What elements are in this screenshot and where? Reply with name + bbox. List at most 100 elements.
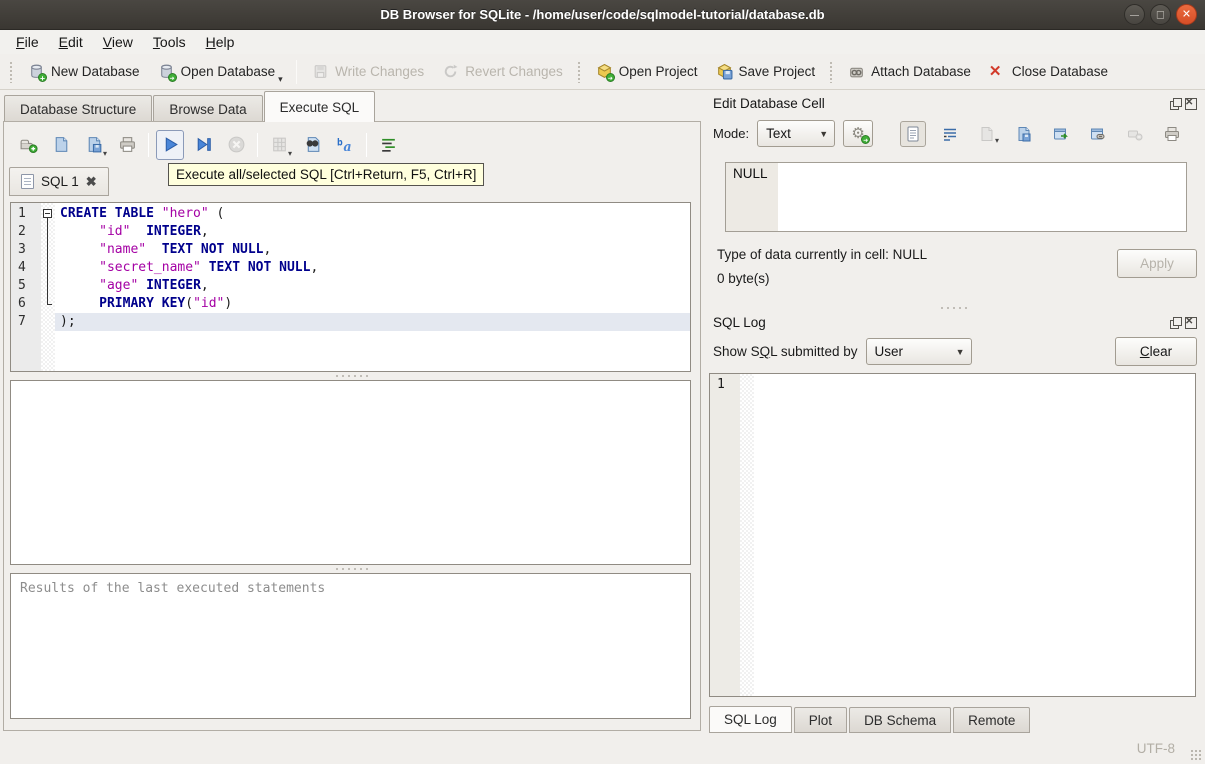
word-wrap-button[interactable] xyxy=(937,121,963,147)
code-line[interactable]: 5 "age" INTEGER, xyxy=(11,277,690,295)
code-line[interactable]: 1 CREATE TABLE "hero" ( xyxy=(11,205,690,223)
encoding-indicator[interactable]: UTF-8 xyxy=(1137,741,1175,756)
results-table-pane[interactable] xyxy=(10,380,691,565)
menu-file[interactable]: File xyxy=(6,32,49,52)
sql-file-tab[interactable]: SQL 1 ✖ xyxy=(9,167,109,196)
menu-edit[interactable]: Edit xyxy=(49,32,93,52)
auto-switch-mode-button[interactable]: ⚙ ➜ xyxy=(843,120,874,147)
code-line[interactable]: 2 "id" INTEGER, xyxy=(11,223,690,241)
revert-changes-label: Revert Changes xyxy=(465,64,563,79)
splitter-handle[interactable] xyxy=(4,565,700,573)
results-message-pane[interactable]: Results of the last executed statements xyxy=(10,573,691,719)
print-cell-button[interactable] xyxy=(1159,121,1185,147)
format-sql-icon: ba xyxy=(336,135,355,154)
tab-sql-log[interactable]: SQL Log xyxy=(709,706,792,733)
save-project-button[interactable]: Save Project xyxy=(707,57,825,87)
code-line[interactable]: 7); xyxy=(11,313,690,331)
dock-buttons xyxy=(1169,316,1197,329)
close-button[interactable] xyxy=(1176,4,1197,25)
menu-help[interactable]: Help xyxy=(196,32,245,52)
open-database-button[interactable]: ➜ Open Database xyxy=(149,57,285,87)
fold-margin xyxy=(41,241,55,259)
tab-remote[interactable]: Remote xyxy=(953,707,1031,733)
cell-edit-area[interactable] xyxy=(778,163,1186,231)
write-changes-button: Write Changes xyxy=(303,57,433,87)
fold-marker-icon[interactable] xyxy=(41,205,55,223)
dock-float-icon[interactable] xyxy=(1169,97,1182,110)
arrow-badge-icon: ➜ xyxy=(167,73,177,83)
new-tab-icon xyxy=(19,135,38,154)
import-cell-button[interactable] xyxy=(1011,121,1037,147)
word-wrap-icon xyxy=(941,125,959,143)
open-database-dropdown-icon[interactable]: ▾ xyxy=(278,74,288,85)
open-external-button[interactable] xyxy=(1085,121,1111,147)
execute-all-button[interactable] xyxy=(156,129,184,160)
new-database-label: New Database xyxy=(51,64,140,79)
code-line[interactable]: 4 "secret_name" TEXT NOT NULL, xyxy=(11,259,690,277)
toolbar-drag-handle[interactable] xyxy=(576,60,582,83)
fold-margin xyxy=(41,313,55,331)
text-mode-button[interactable] xyxy=(900,120,926,147)
code-line[interactable]: 3 "name" TEXT NOT NULL, xyxy=(11,241,690,259)
sql-editor-lines: 1 CREATE TABLE "hero" (2 "id" INTEGER, 3 "… xyxy=(11,203,690,331)
submitter-value: User xyxy=(874,344,904,359)
minimize-button[interactable] xyxy=(1124,4,1145,25)
title-bar[interactable]: DB Browser for SQLite - /home/user/code/… xyxy=(0,0,1205,30)
apply-button: Apply xyxy=(1117,249,1197,278)
splitter-handle[interactable] xyxy=(4,372,700,380)
print-button[interactable] xyxy=(113,130,141,160)
menu-view[interactable]: View xyxy=(93,32,143,52)
submitter-select[interactable]: User ▼ xyxy=(865,338,972,365)
code-text: "secret_name" TEXT NOT NULL, xyxy=(99,260,319,275)
tab-database-structure[interactable]: Database Structure xyxy=(4,95,153,122)
toolbar-drag-handle[interactable] xyxy=(9,60,14,83)
attach-database-button[interactable]: Attach Database xyxy=(839,57,980,87)
clear-button[interactable]: Clear xyxy=(1115,337,1197,366)
open-in-app-icon xyxy=(1089,125,1107,143)
print-icon xyxy=(1163,125,1181,143)
word-wrap-button[interactable] xyxy=(374,130,402,160)
stop-icon xyxy=(227,135,246,154)
cell-editor[interactable]: NULL xyxy=(725,162,1187,232)
toolbar-separator xyxy=(296,59,298,84)
open-project-button[interactable]: ➜ Open Project xyxy=(587,57,707,87)
set-null-button xyxy=(1122,121,1148,147)
find-button[interactable] xyxy=(298,130,326,160)
dock-splitter-handle[interactable] xyxy=(703,301,1205,315)
open-sql-file-button[interactable] xyxy=(47,130,75,160)
tab-close-icon[interactable]: ✖ xyxy=(86,174,97,190)
new-tab-button[interactable] xyxy=(14,130,42,160)
edit-cell-title: Edit Database Cell xyxy=(713,96,825,111)
menu-tools[interactable]: Tools xyxy=(143,32,196,52)
stop-button xyxy=(222,130,250,160)
tab-plot[interactable]: Plot xyxy=(793,707,848,733)
tab-db-schema[interactable]: DB Schema xyxy=(849,707,952,733)
export-cell-button[interactable] xyxy=(1048,121,1074,147)
results-placeholder: Results of the last executed statements xyxy=(20,581,326,596)
mode-select[interactable]: Text ▼ xyxy=(757,120,836,147)
line-number: 3 xyxy=(18,242,26,257)
maximize-button[interactable] xyxy=(1150,4,1171,25)
close-database-button[interactable]: ✕ Close Database xyxy=(980,57,1117,87)
code-line[interactable]: 6 PRIMARY KEY("id") xyxy=(11,295,690,313)
execute-sql-pane: ▾ ▾ b a Execute all/selected SQL [Ctrl+R… xyxy=(3,121,701,731)
execute-current-line-button[interactable] xyxy=(189,130,217,160)
sql-log-editor[interactable]: 1 xyxy=(709,373,1196,697)
format-sql-button[interactable]: ba xyxy=(331,130,359,160)
code-text: "name" TEXT NOT NULL, xyxy=(99,242,272,257)
revert-changes-icon xyxy=(442,63,459,80)
new-database-button[interactable]: + New Database xyxy=(19,57,149,87)
tab-execute-sql[interactable]: Execute SQL xyxy=(263,91,376,122)
toolbar-drag-handle[interactable] xyxy=(829,60,835,83)
arrow-badge-icon: ➜ xyxy=(605,73,615,83)
dock-close-icon[interactable] xyxy=(1185,97,1197,110)
save-sql-file-button[interactable]: ▾ xyxy=(80,130,108,160)
tab-browse-data[interactable]: Browse Data xyxy=(153,95,263,122)
line-number: 1 xyxy=(18,206,26,221)
svg-text:b: b xyxy=(337,138,343,149)
resize-grip-icon[interactable] xyxy=(1190,749,1202,761)
sql-editor[interactable]: 1 CREATE TABLE "hero" (2 "id" INTEGER, 3 "… xyxy=(10,202,691,372)
code-text: "age" INTEGER, xyxy=(99,278,209,293)
dock-float-icon[interactable] xyxy=(1169,316,1182,329)
dock-close-icon[interactable] xyxy=(1185,316,1197,329)
